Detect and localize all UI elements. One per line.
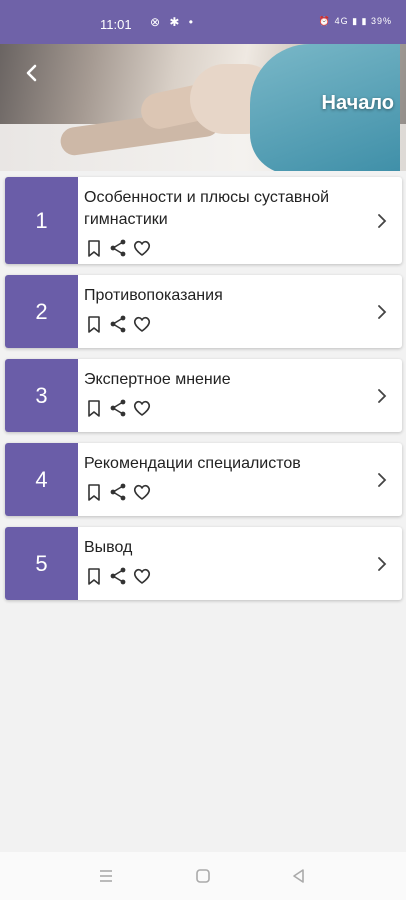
bookmark-icon[interactable] xyxy=(84,398,104,418)
topic-list: 1 Особенности и плюсы суставной гимнасти… xyxy=(5,177,402,611)
status-bar: 11:01 ⊗ ✱ • ⏰ 4G ▮ ▮ 39% xyxy=(0,0,406,44)
heart-icon[interactable] xyxy=(132,482,152,502)
status-time: 11:01 xyxy=(100,17,132,32)
item-title: Рекомендации специалистов xyxy=(84,455,301,472)
list-item[interactable]: 4 Рекомендации специалистов xyxy=(5,443,402,516)
heart-icon[interactable] xyxy=(132,566,152,586)
list-item[interactable]: 5 Вывод xyxy=(5,527,402,600)
item-actions xyxy=(84,564,366,588)
back-button[interactable] xyxy=(14,56,50,92)
share-icon[interactable] xyxy=(108,238,128,258)
chevron-right-icon xyxy=(378,388,387,403)
item-number: 3 xyxy=(5,359,78,432)
item-title: Экспертное мнение xyxy=(84,371,231,388)
chevron-right-icon xyxy=(378,556,387,571)
bookmark-icon[interactable] xyxy=(84,314,104,334)
heart-icon[interactable] xyxy=(132,314,152,334)
item-number: 5 xyxy=(5,527,78,600)
menu-icon[interactable] xyxy=(96,866,116,886)
header-banner: Начало xyxy=(0,44,406,171)
system-navbar xyxy=(0,852,406,900)
share-icon[interactable] xyxy=(108,566,128,586)
home-icon[interactable] xyxy=(193,866,213,886)
list-item[interactable]: 2 Противопоказания xyxy=(5,275,402,348)
heart-icon[interactable] xyxy=(132,398,152,418)
status-icons: ⊗ ✱ • xyxy=(150,15,196,29)
item-number: 2 xyxy=(5,275,78,348)
chevron-right-icon xyxy=(378,213,387,228)
share-icon[interactable] xyxy=(108,398,128,418)
chevron-right-icon xyxy=(378,472,387,487)
item-actions xyxy=(84,396,366,420)
item-title: Вывод xyxy=(84,539,133,556)
list-item[interactable]: 3 Экспертное мнение xyxy=(5,359,402,432)
share-icon[interactable] xyxy=(108,482,128,502)
bookmark-icon[interactable] xyxy=(84,566,104,586)
item-actions xyxy=(84,480,366,504)
bookmark-icon[interactable] xyxy=(84,482,104,502)
heart-icon[interactable] xyxy=(132,238,152,258)
item-title: Особенности и плюсы суставной гимнастики xyxy=(84,189,330,228)
item-title: Противопоказания xyxy=(84,287,223,304)
share-icon[interactable] xyxy=(108,314,128,334)
list-item[interactable]: 1 Особенности и плюсы суставной гимнасти… xyxy=(5,177,402,264)
item-number: 4 xyxy=(5,443,78,516)
chevron-right-icon xyxy=(378,304,387,319)
bookmark-icon[interactable] xyxy=(84,238,104,258)
item-actions xyxy=(84,312,366,336)
back-triangle-icon[interactable] xyxy=(289,866,309,886)
item-number: 1 xyxy=(5,177,78,264)
status-right-info: ⏰ 4G ▮ ▮ 39% xyxy=(318,16,392,26)
chevron-left-icon xyxy=(26,64,37,82)
item-actions xyxy=(84,236,366,260)
header-title: Начало xyxy=(321,92,394,114)
